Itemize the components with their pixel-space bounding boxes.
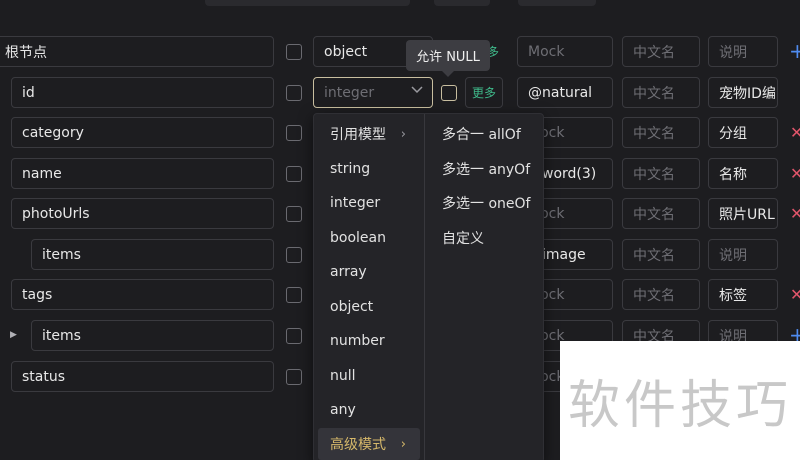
- title-input[interactable]: 中文名: [622, 198, 700, 229]
- menu-item-anyof[interactable]: 多选一 anyOf: [430, 153, 540, 185]
- required-checkbox[interactable]: [286, 166, 302, 182]
- description-input[interactable]: 宠物ID编: [708, 77, 778, 108]
- menu-item-label: 多合一 allOf: [442, 127, 521, 143]
- chevron-right-icon: ›: [400, 436, 406, 452]
- required-checkbox[interactable]: [286, 85, 302, 101]
- menu-item-label: 多选一 anyOf: [442, 162, 531, 178]
- menu-item-label: integer: [330, 195, 381, 211]
- menu-item-object[interactable]: object: [318, 291, 420, 323]
- menu-item-label: number: [330, 333, 385, 349]
- allow-null-checkbox[interactable]: [441, 85, 457, 101]
- description-input[interactable]: 说明: [708, 239, 778, 270]
- field-name-input[interactable]: status: [11, 361, 274, 392]
- chevron-right-icon: ›: [400, 126, 406, 142]
- title-input[interactable]: 中文名: [622, 239, 700, 270]
- title-input[interactable]: 中文名: [622, 279, 700, 310]
- required-checkbox[interactable]: [286, 328, 302, 344]
- top-toolbar-segment: [434, 0, 490, 6]
- description-input[interactable]: 说明: [708, 36, 778, 67]
- menu-item-label: string: [330, 161, 371, 177]
- field-name-input[interactable]: 根节点: [0, 36, 274, 67]
- delete-icon[interactable]: ✕: [790, 206, 800, 222]
- expand-caret-icon[interactable]: ▶: [10, 330, 17, 340]
- field-name-input[interactable]: tags: [11, 279, 274, 310]
- top-toolbar-segment: [205, 0, 410, 6]
- required-checkbox[interactable]: [286, 247, 302, 263]
- menu-item-label: 多选一 oneOf: [442, 196, 531, 212]
- required-checkbox[interactable]: [286, 287, 302, 303]
- type-cascader-menu: 引用模型 › string integer boolean array obje…: [313, 113, 544, 460]
- watermark: 软件技巧: [560, 341, 800, 460]
- top-toolbar-segment: [518, 0, 596, 6]
- menu-item-label: array: [330, 264, 367, 280]
- required-checkbox[interactable]: [286, 44, 302, 60]
- chevron-down-icon: [411, 86, 423, 94]
- field-name-input[interactable]: id: [11, 77, 274, 108]
- delete-icon[interactable]: ✕: [790, 166, 800, 182]
- delete-icon[interactable]: ✕: [790, 287, 800, 303]
- type-menu-secondary: 多合一 allOf 多选一 anyOf 多选一 oneOf 自定义: [426, 114, 544, 460]
- menu-item-label: 引用模型: [330, 127, 386, 143]
- description-input[interactable]: 照片URL: [708, 198, 778, 229]
- title-input[interactable]: 中文名: [622, 158, 700, 189]
- menu-item-oneof[interactable]: 多选一 oneOf: [430, 187, 540, 219]
- tooltip-arrow: [442, 71, 454, 77]
- title-input[interactable]: 中文名: [622, 117, 700, 148]
- menu-item-label: 自定义: [442, 231, 484, 247]
- title-input[interactable]: 中文名: [622, 36, 700, 67]
- menu-item-advanced-mode[interactable]: 高级模式 ›: [318, 428, 420, 460]
- menu-item-ref-model[interactable]: 引用模型 ›: [318, 118, 420, 150]
- mock-input[interactable]: Mock: [517, 36, 613, 67]
- description-input[interactable]: 名称: [708, 158, 778, 189]
- delete-icon[interactable]: ✕: [790, 125, 800, 141]
- type-menu-primary: 引用模型 › string integer boolean array obje…: [314, 114, 425, 460]
- field-name-input[interactable]: name: [11, 158, 274, 189]
- field-name-input[interactable]: items: [31, 239, 274, 270]
- menu-item-allof[interactable]: 多合一 allOf: [430, 118, 540, 150]
- menu-item-label: null: [330, 368, 356, 384]
- more-button[interactable]: 更多: [465, 77, 503, 108]
- description-input[interactable]: 标签: [708, 279, 778, 310]
- mock-input[interactable]: @natural: [517, 77, 613, 108]
- menu-item-label: any: [330, 402, 356, 418]
- menu-item-boolean[interactable]: boolean: [318, 222, 420, 254]
- menu-item-custom[interactable]: 自定义: [430, 222, 540, 254]
- menu-item-integer[interactable]: integer: [318, 187, 420, 219]
- required-checkbox[interactable]: [286, 206, 302, 222]
- required-checkbox[interactable]: [286, 369, 302, 385]
- add-child-icon[interactable]: +: [789, 41, 800, 61]
- field-name-input[interactable]: items: [31, 320, 274, 351]
- required-checkbox[interactable]: [286, 125, 302, 141]
- menu-item-label: object: [330, 299, 374, 315]
- menu-item-number[interactable]: number: [318, 325, 420, 357]
- menu-item-null[interactable]: null: [318, 360, 420, 392]
- menu-item-string[interactable]: string: [318, 153, 420, 185]
- menu-item-array[interactable]: array: [318, 256, 420, 288]
- menu-item-label: boolean: [330, 230, 386, 246]
- description-input[interactable]: 分组: [708, 117, 778, 148]
- menu-item-label: 高级模式: [330, 437, 386, 453]
- field-name-input[interactable]: photoUrls: [11, 198, 274, 229]
- menu-item-any[interactable]: any: [318, 394, 420, 426]
- field-name-input[interactable]: category: [11, 117, 274, 148]
- title-input[interactable]: 中文名: [622, 77, 700, 108]
- allow-null-tooltip: 允许 NULL: [406, 40, 490, 71]
